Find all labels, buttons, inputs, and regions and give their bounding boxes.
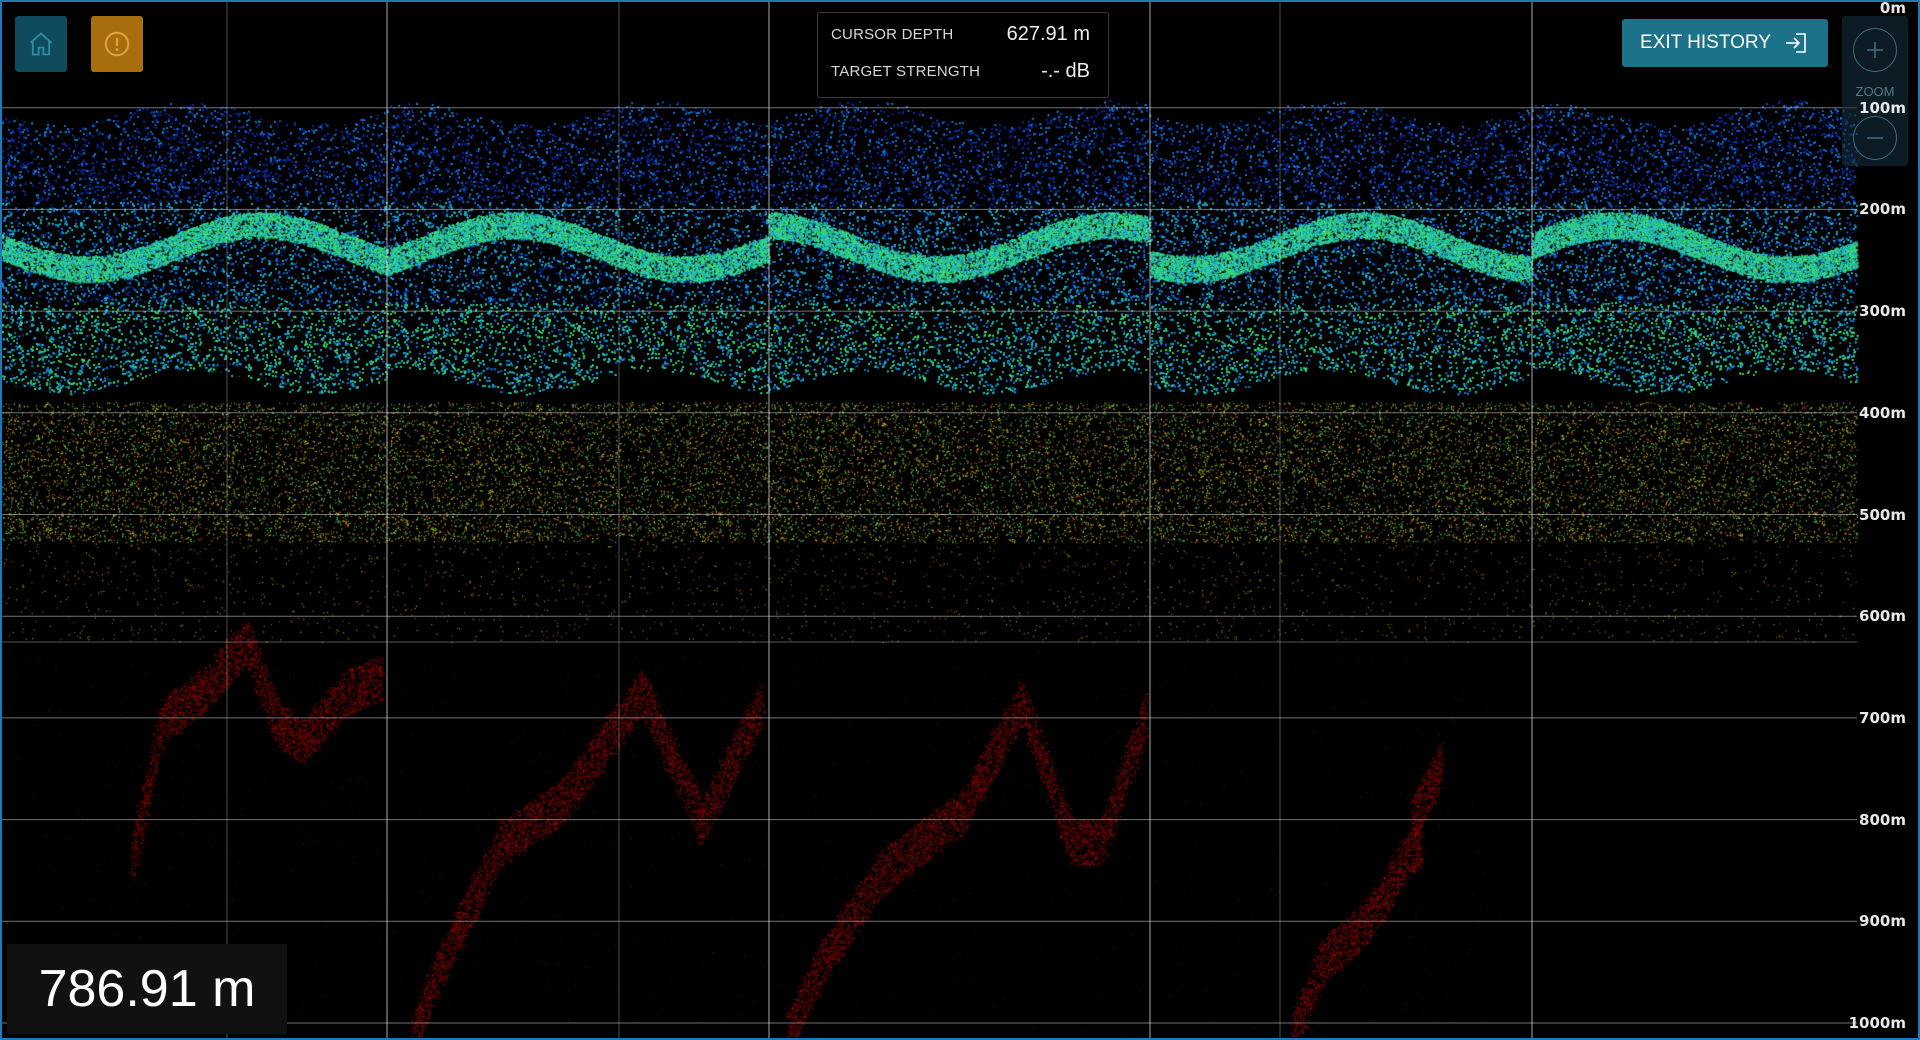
depth-tick-label: 400m bbox=[1859, 403, 1906, 422]
depth-tick-label: 600m bbox=[1859, 607, 1906, 626]
depth-tick-label: 500m bbox=[1859, 505, 1906, 524]
home-button[interactable] bbox=[15, 16, 67, 72]
minus-icon bbox=[1867, 137, 1883, 139]
exit-icon bbox=[1786, 33, 1806, 53]
exit-history-button[interactable]: EXIT HISTORY bbox=[1622, 19, 1828, 67]
zoom-label: ZOOM bbox=[1855, 84, 1895, 99]
depth-tick-label: 0m bbox=[1879, 0, 1906, 17]
depth-tick-label: 200m bbox=[1859, 200, 1906, 219]
exit-history-label: EXIT HISTORY bbox=[1640, 32, 1771, 53]
cursor-depth-value: 627.91 m bbox=[1006, 22, 1090, 45]
depth-tick-label: 100m bbox=[1859, 98, 1906, 117]
zoom-out-button[interactable] bbox=[1853, 116, 1897, 160]
zoom-panel: ZOOM bbox=[1842, 16, 1908, 166]
target-strength-value: -.- dB bbox=[1041, 59, 1090, 82]
depth-tick-label: 300m bbox=[1859, 302, 1906, 321]
zoom-in-button[interactable] bbox=[1853, 28, 1897, 72]
plus-icon bbox=[1867, 42, 1883, 58]
target-strength-label: TARGET STRENGTH bbox=[831, 62, 981, 80]
echogram-grid bbox=[2, 2, 1857, 1038]
depth-tick-label: 900m bbox=[1859, 912, 1906, 931]
alert-button[interactable] bbox=[91, 16, 143, 72]
depth-tick-label: 1000m bbox=[1848, 1014, 1906, 1032]
alert-icon bbox=[104, 31, 130, 57]
depth-tick-label: 700m bbox=[1859, 708, 1906, 727]
cursor-depth-label: CURSOR DEPTH bbox=[831, 25, 954, 43]
current-depth-readout: 786.91 m bbox=[7, 944, 287, 1034]
home-icon bbox=[29, 32, 53, 56]
sonar-view[interactable]: CURSOR DEPTH 627.91 m TARGET STRENGTH -.… bbox=[0, 0, 1920, 1040]
depth-tick-label: 800m bbox=[1859, 810, 1906, 829]
cursor-info-panel: CURSOR DEPTH 627.91 m TARGET STRENGTH -.… bbox=[817, 12, 1109, 98]
current-depth-value: 786.91 m bbox=[38, 960, 256, 1018]
